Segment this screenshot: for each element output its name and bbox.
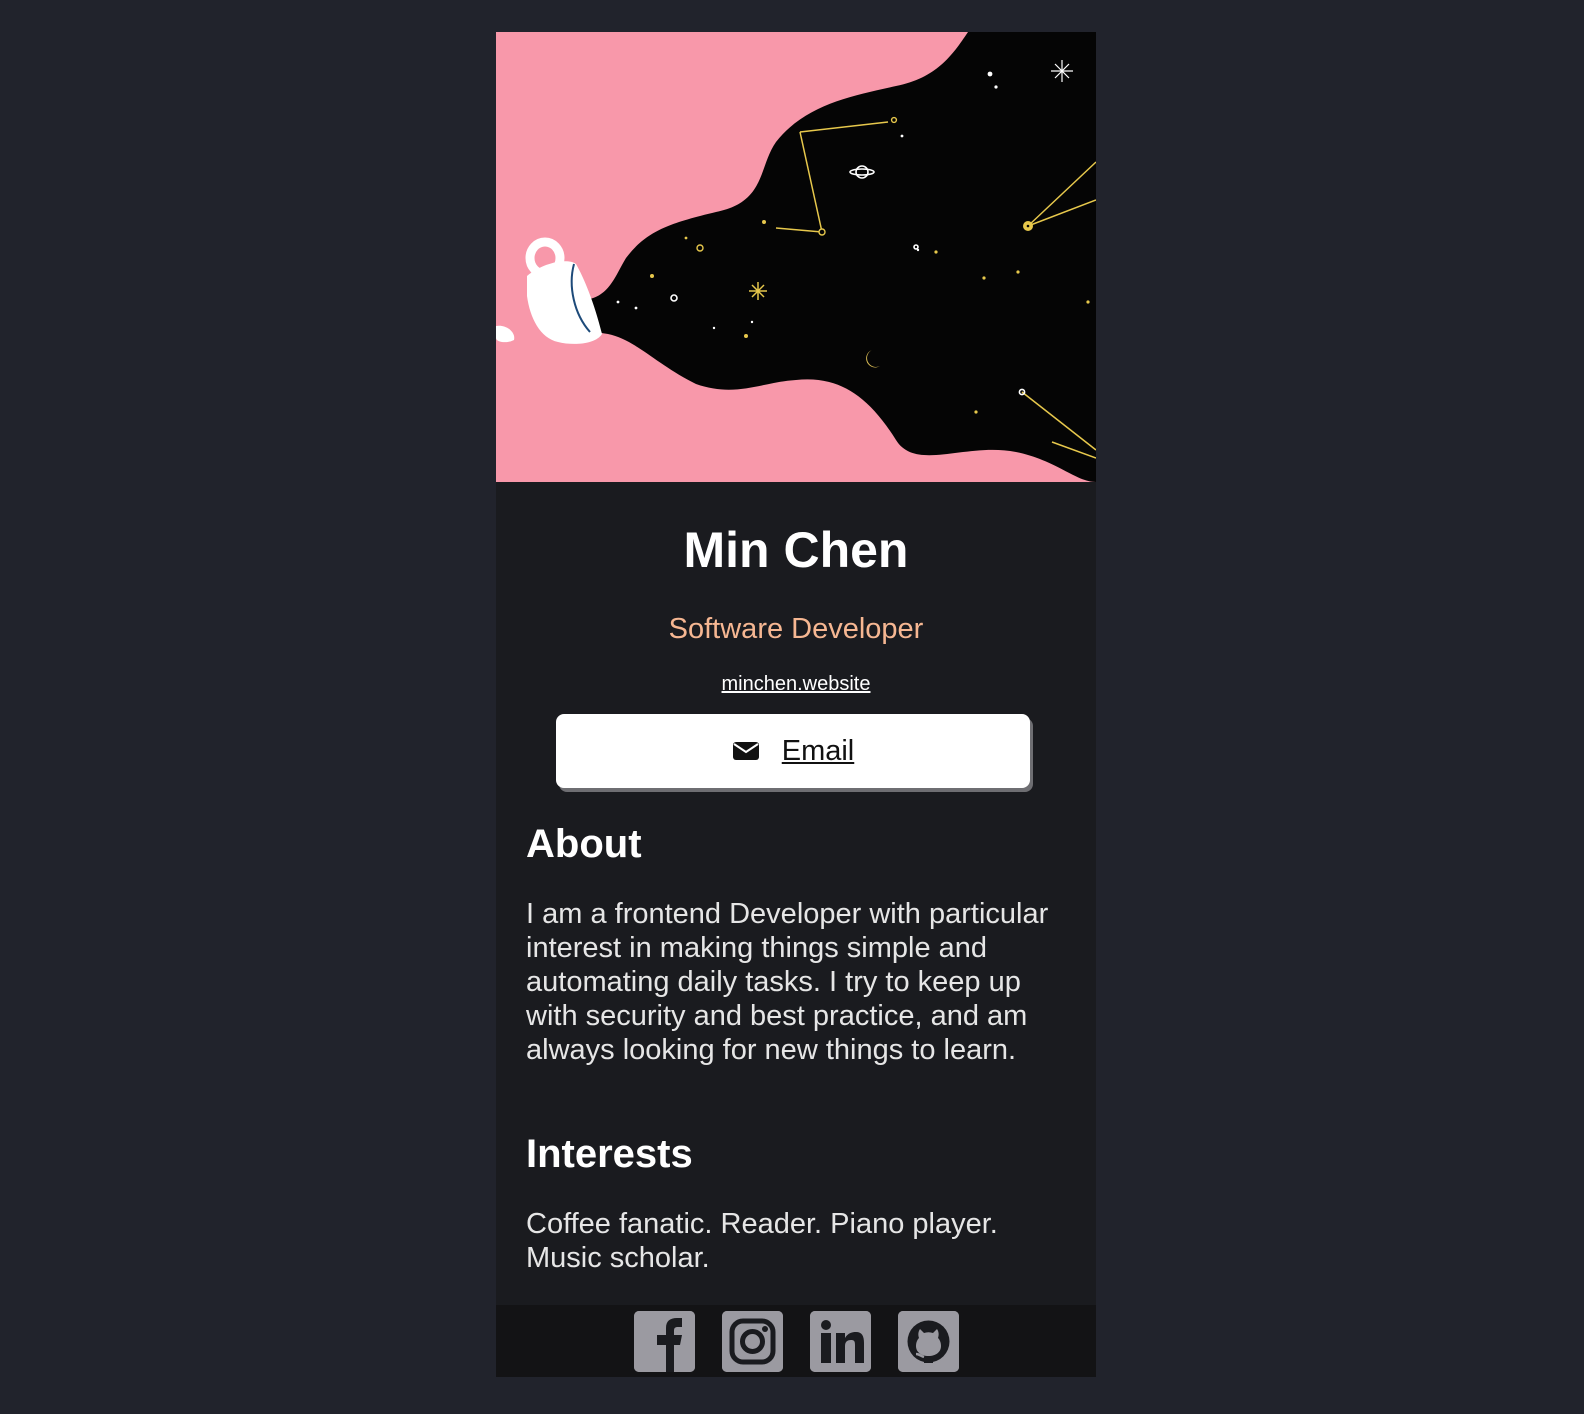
interests-heading: Interests [526, 1132, 693, 1176]
email-button[interactable]: Email [556, 714, 1030, 788]
github-icon [897, 1310, 959, 1372]
website-link[interactable]: minchen.website [722, 673, 871, 695]
profile-name: Min Chen [683, 522, 909, 578]
profile-role: Software Developer [668, 613, 924, 645]
interests-text: Coffee fanatic. Reader. Piano player. Mu… [526, 1208, 998, 1274]
github-link[interactable] [897, 1310, 959, 1372]
profile-card: Min Chen Software Developer minchen.webs… [496, 32, 1096, 1377]
facebook-link[interactable] [633, 1310, 695, 1372]
linkedin-link[interactable] [809, 1310, 871, 1372]
about-text: I am a frontend Developer with particula… [526, 898, 1049, 1066]
linkedin-icon [809, 1310, 871, 1372]
hero-image [496, 32, 1096, 482]
social-footer [496, 1305, 1096, 1377]
instagram-icon [721, 1310, 783, 1372]
website-container: minchen.website [496, 672, 1096, 696]
mail-icon [732, 742, 759, 760]
facebook-icon [633, 1310, 695, 1372]
about-heading: About [526, 822, 642, 866]
email-button-label: Email [781, 735, 855, 767]
instagram-link[interactable] [721, 1310, 783, 1372]
